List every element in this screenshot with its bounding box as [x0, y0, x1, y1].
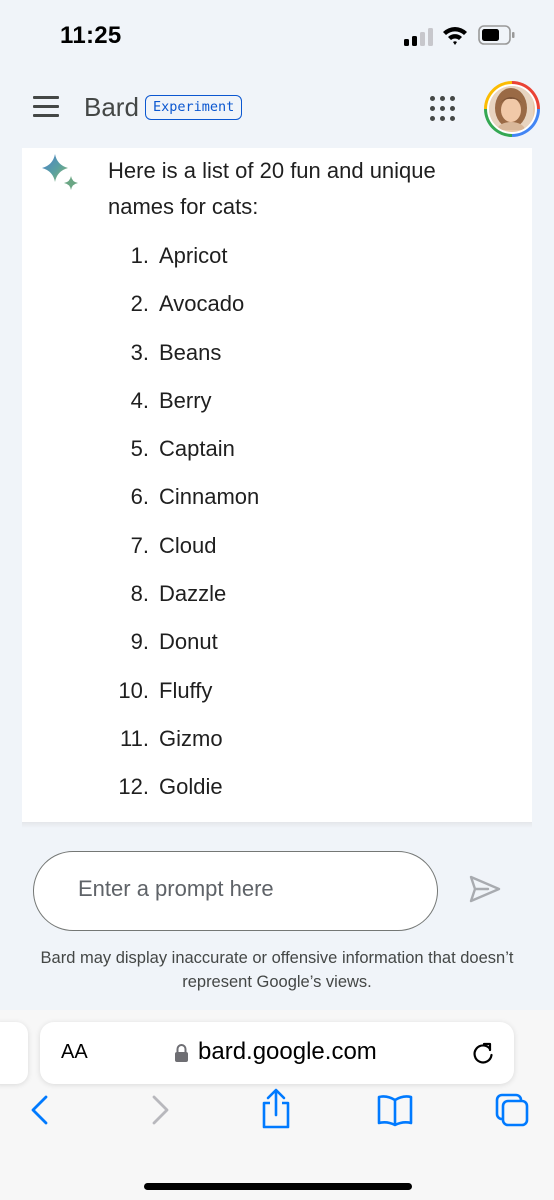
- list-item-number: 10.: [118, 677, 149, 703]
- list-item: 10. Fluffy: [108, 677, 259, 725]
- cat-names-list: 1. Apricot 2. Avocado 3. Beans 4. Berry 5. Ca…: [108, 242, 259, 822]
- list-item-name: Dazzle: [159, 581, 227, 607]
- list-item-name: Cinnamon: [159, 484, 260, 510]
- bard-sparkle-icon: [42, 154, 78, 190]
- response-card: Here is a list of 20 fun and unique name…: [22, 148, 532, 826]
- url-text[interactable]: bard.google.com: [198, 1038, 377, 1066]
- list-item: 8. Dazzle: [108, 580, 259, 628]
- bookmarks-icon[interactable]: [376, 1092, 414, 1128]
- list-item-number: 9.: [130, 629, 149, 655]
- list-item: 7. Cloud: [108, 532, 259, 580]
- google-apps-grid-icon[interactable]: [430, 96, 456, 122]
- list-item-name: Donut: [159, 629, 218, 655]
- list-item-name: Berry: [159, 387, 212, 413]
- battery-icon: [478, 25, 515, 45]
- list-item-number: 6.: [130, 484, 149, 510]
- list-item: 5. Captain: [108, 435, 259, 483]
- list-item-number: 4.: [130, 387, 149, 413]
- hamburger-menu-icon[interactable]: [33, 96, 59, 118]
- status-bar: 11:25: [0, 0, 554, 72]
- list-item-number: 7.: [130, 532, 149, 558]
- status-time: 11:25: [60, 22, 122, 49]
- list-item: 12. Goldie: [108, 773, 259, 821]
- list-item-number: 8.: [130, 581, 149, 607]
- tabs-icon[interactable]: [494, 1092, 530, 1128]
- home-indicator: [144, 1183, 412, 1190]
- avatar-photo: [489, 86, 535, 132]
- account-avatar[interactable]: [484, 81, 540, 137]
- list-item-number: 1.: [130, 243, 149, 268]
- lock-icon: [175, 1044, 188, 1062]
- list-item-name: Fluffy: [159, 677, 213, 703]
- reload-icon[interactable]: [470, 1040, 496, 1066]
- prompt-box[interactable]: [33, 851, 438, 931]
- list-item-number: 2.: [130, 291, 149, 317]
- list-item: 4. Berry: [108, 387, 259, 435]
- list-item: 11. Gizmo: [108, 725, 259, 773]
- previous-tab-preview[interactable]: [0, 1022, 28, 1084]
- response-intro: Here is a list of 20 fun and unique name…: [108, 158, 436, 219]
- send-icon[interactable]: [468, 874, 502, 904]
- forward-arrow-icon[interactable]: [142, 1092, 178, 1128]
- list-item: 9. Donut: [108, 628, 259, 676]
- card-divider: [22, 822, 532, 828]
- list-item-name: Cloud: [159, 532, 217, 558]
- list-item-number: 3.: [130, 339, 149, 365]
- disclaimer-text: Bard may display inaccurate or offensive…: [40, 949, 514, 991]
- list-item-number: 11.: [120, 725, 149, 751]
- list-item-name: Captain: [159, 436, 235, 462]
- experiment-badge: Experiment: [145, 95, 243, 120]
- list-item: 2. Avocado: [108, 290, 259, 338]
- address-bar[interactable]: AA bard.google.com: [40, 1022, 514, 1084]
- list-item-name: Beans: [159, 339, 222, 365]
- list-item-name: Gizmo: [159, 725, 223, 751]
- cellular-signal-icon: [404, 28, 434, 46]
- prompt-input[interactable]: [78, 876, 418, 902]
- list-item-number: 12.: [118, 774, 149, 800]
- list-item-name: Apricot: [159, 243, 228, 268]
- list-item-number: 5.: [130, 436, 149, 462]
- list-item: 3. Beans: [108, 339, 259, 387]
- list-item: 6. Cinnamon: [108, 483, 260, 531]
- list-item-name: Goldie: [159, 774, 223, 800]
- back-arrow-icon[interactable]: [22, 1092, 58, 1128]
- text-size-button[interactable]: AA: [61, 1041, 88, 1064]
- app-header: Bard Experiment: [0, 72, 554, 148]
- wifi-icon: [443, 27, 467, 45]
- share-icon[interactable]: [258, 1088, 294, 1130]
- list-item-name: Avocado: [159, 291, 245, 317]
- app-title: Bard: [84, 92, 139, 122]
- list-item: 1. Apricot: [108, 242, 259, 290]
